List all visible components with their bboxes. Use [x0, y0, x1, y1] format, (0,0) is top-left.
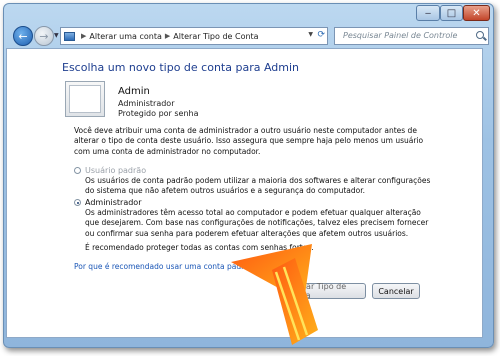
recent-pages-dropdown-icon[interactable]: ▼: [54, 32, 59, 39]
option-label: Usuário padrão: [85, 166, 147, 175]
address-dropdown-icon[interactable]: ▼: [308, 31, 313, 38]
cancel-button[interactable]: Cancelar: [372, 283, 420, 299]
search-box[interactable]: Pesquisar Painel de Controle: [334, 27, 489, 45]
close-button[interactable]: ✕: [463, 5, 490, 21]
radio-button[interactable]: [74, 167, 81, 174]
chevron-right-icon[interactable]: ▶: [165, 32, 170, 40]
radio-button-selected[interactable]: [74, 199, 81, 206]
account-type: Administrador: [118, 99, 175, 108]
navigation-bar: ← → ▼ ▶ Alterar uma conta ▶ Alterar Tipo…: [4, 23, 493, 51]
intro-text: Você deve atribuir uma conta de administ…: [74, 126, 424, 156]
address-bar[interactable]: ▶ Alterar uma conta ▶ Alterar Tipo de Co…: [60, 27, 328, 45]
help-link[interactable]: Por que é recomendado usar uma conta pad…: [74, 262, 257, 271]
breadcrumb-item[interactable]: Alterar Tipo de Conta: [173, 32, 258, 41]
minimize-icon: ‒: [424, 7, 432, 19]
search-placeholder: Pesquisar Painel de Controle: [343, 31, 458, 40]
recommendation-text: É recomendado proteger todas as contas c…: [85, 243, 314, 252]
maximize-button[interactable]: □: [440, 5, 463, 21]
page-title: Escolha um novo tipo de conta para Admin: [62, 61, 300, 74]
chevron-right-icon[interactable]: ▶: [81, 32, 86, 40]
minimize-button[interactable]: ‒: [416, 5, 440, 21]
user-picture-icon: [69, 85, 101, 113]
account-name: Admin: [118, 86, 150, 97]
administrator-option[interactable]: Administrador: [74, 198, 141, 207]
refresh-icon[interactable]: ⟳: [317, 30, 325, 40]
administrator-description: Os administradores têm acesso total ao c…: [85, 208, 429, 238]
breadcrumb-item[interactable]: Alterar uma conta: [89, 32, 162, 41]
standard-user-description: Os usuários de conta padrão podem utiliz…: [85, 176, 431, 196]
option-label: Administrador: [85, 198, 142, 207]
standard-user-option[interactable]: Usuário padrão: [74, 166, 146, 175]
back-arrow-icon: ←: [18, 29, 28, 43]
change-account-type-button[interactable]: Alterar Tipo de Conta: [286, 282, 366, 300]
account-picture: [65, 81, 105, 117]
back-button[interactable]: ←: [13, 26, 33, 46]
maximize-icon: □: [446, 7, 457, 19]
forward-arrow-icon: →: [39, 29, 49, 43]
forward-button[interactable]: →: [34, 26, 54, 46]
close-icon: ✕: [472, 7, 481, 19]
account-status: Protegido por senha: [118, 109, 199, 118]
control-panel-icon: [64, 31, 75, 41]
search-icon[interactable]: [476, 31, 484, 39]
title-bar: ‒ □ ✕: [4, 4, 493, 24]
